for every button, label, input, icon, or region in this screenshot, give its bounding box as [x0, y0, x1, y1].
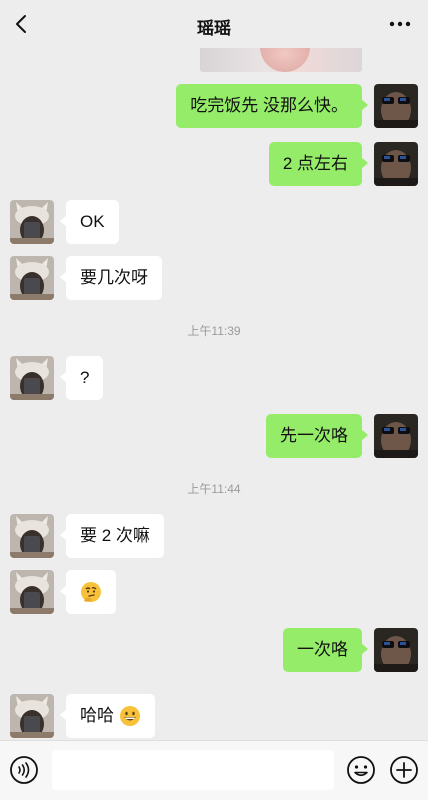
message-row: 哈哈: [0, 694, 428, 740]
more-dots-icon[interactable]: [386, 14, 414, 34]
message-row: [0, 570, 428, 616]
input-bar: [0, 740, 428, 800]
timestamp: 上午11:44: [187, 482, 241, 496]
message-row: 要几次呀: [0, 256, 428, 302]
chat-title: 瑶瑶: [197, 19, 231, 38]
contact-avatar[interactable]: [10, 570, 54, 614]
top-bar: 瑶瑶: [0, 0, 428, 48]
voice-icon[interactable]: [9, 755, 39, 785]
image-message-partial[interactable]: [200, 48, 362, 72]
message-row: 一次咯: [0, 628, 428, 674]
incoming-message-bubble[interactable]: [60, 570, 116, 614]
my-avatar[interactable]: [374, 628, 418, 672]
incoming-message-bubble[interactable]: 要几次呀: [60, 256, 162, 300]
outgoing-message-bubble[interactable]: 2 点左右: [268, 142, 369, 186]
outgoing-message-bubble[interactable]: 吃完饭先 没那么快。: [176, 84, 368, 128]
photo-thumbnail: [260, 48, 310, 72]
message-text: 哈哈: [80, 706, 114, 725]
message-row: OK: [0, 200, 428, 246]
message-list[interactable]: 吃完饭先 没那么快。 2 点左右 OK 要几次呀 上午11:39 ? 先一次咯 …: [0, 48, 428, 740]
thinking-face-emoji: [81, 581, 101, 602]
message-row: 先一次咯: [0, 414, 428, 460]
smiley-icon[interactable]: [346, 755, 376, 785]
message-row: 2 点左右: [0, 142, 428, 188]
contact-avatar[interactable]: [10, 256, 54, 300]
my-avatar[interactable]: [374, 414, 418, 458]
contact-avatar[interactable]: [10, 356, 54, 400]
my-avatar[interactable]: [374, 84, 418, 128]
incoming-message-bubble[interactable]: 要 2 次嘛: [60, 514, 164, 558]
outgoing-message-bubble[interactable]: 先一次咯: [266, 414, 368, 458]
contact-avatar[interactable]: [10, 514, 54, 558]
message-row: 要 2 次嘛: [0, 514, 428, 560]
outgoing-message-bubble[interactable]: 一次咯: [283, 628, 368, 672]
message-row: 吃完饭先 没那么快。: [0, 84, 428, 130]
incoming-message-bubble[interactable]: ?: [59, 356, 104, 400]
my-avatar[interactable]: [374, 142, 418, 186]
incoming-message-bubble[interactable]: OK: [60, 200, 119, 244]
plus-icon[interactable]: [389, 755, 419, 785]
contact-avatar[interactable]: [10, 200, 54, 244]
timestamp: 上午11:39: [187, 324, 241, 338]
contact-avatar[interactable]: [10, 694, 54, 738]
message-row: ?: [0, 356, 428, 402]
message-input[interactable]: [52, 750, 334, 790]
incoming-message-bubble[interactable]: 哈哈: [60, 694, 155, 738]
grinning-face-emoji: [119, 705, 140, 726]
